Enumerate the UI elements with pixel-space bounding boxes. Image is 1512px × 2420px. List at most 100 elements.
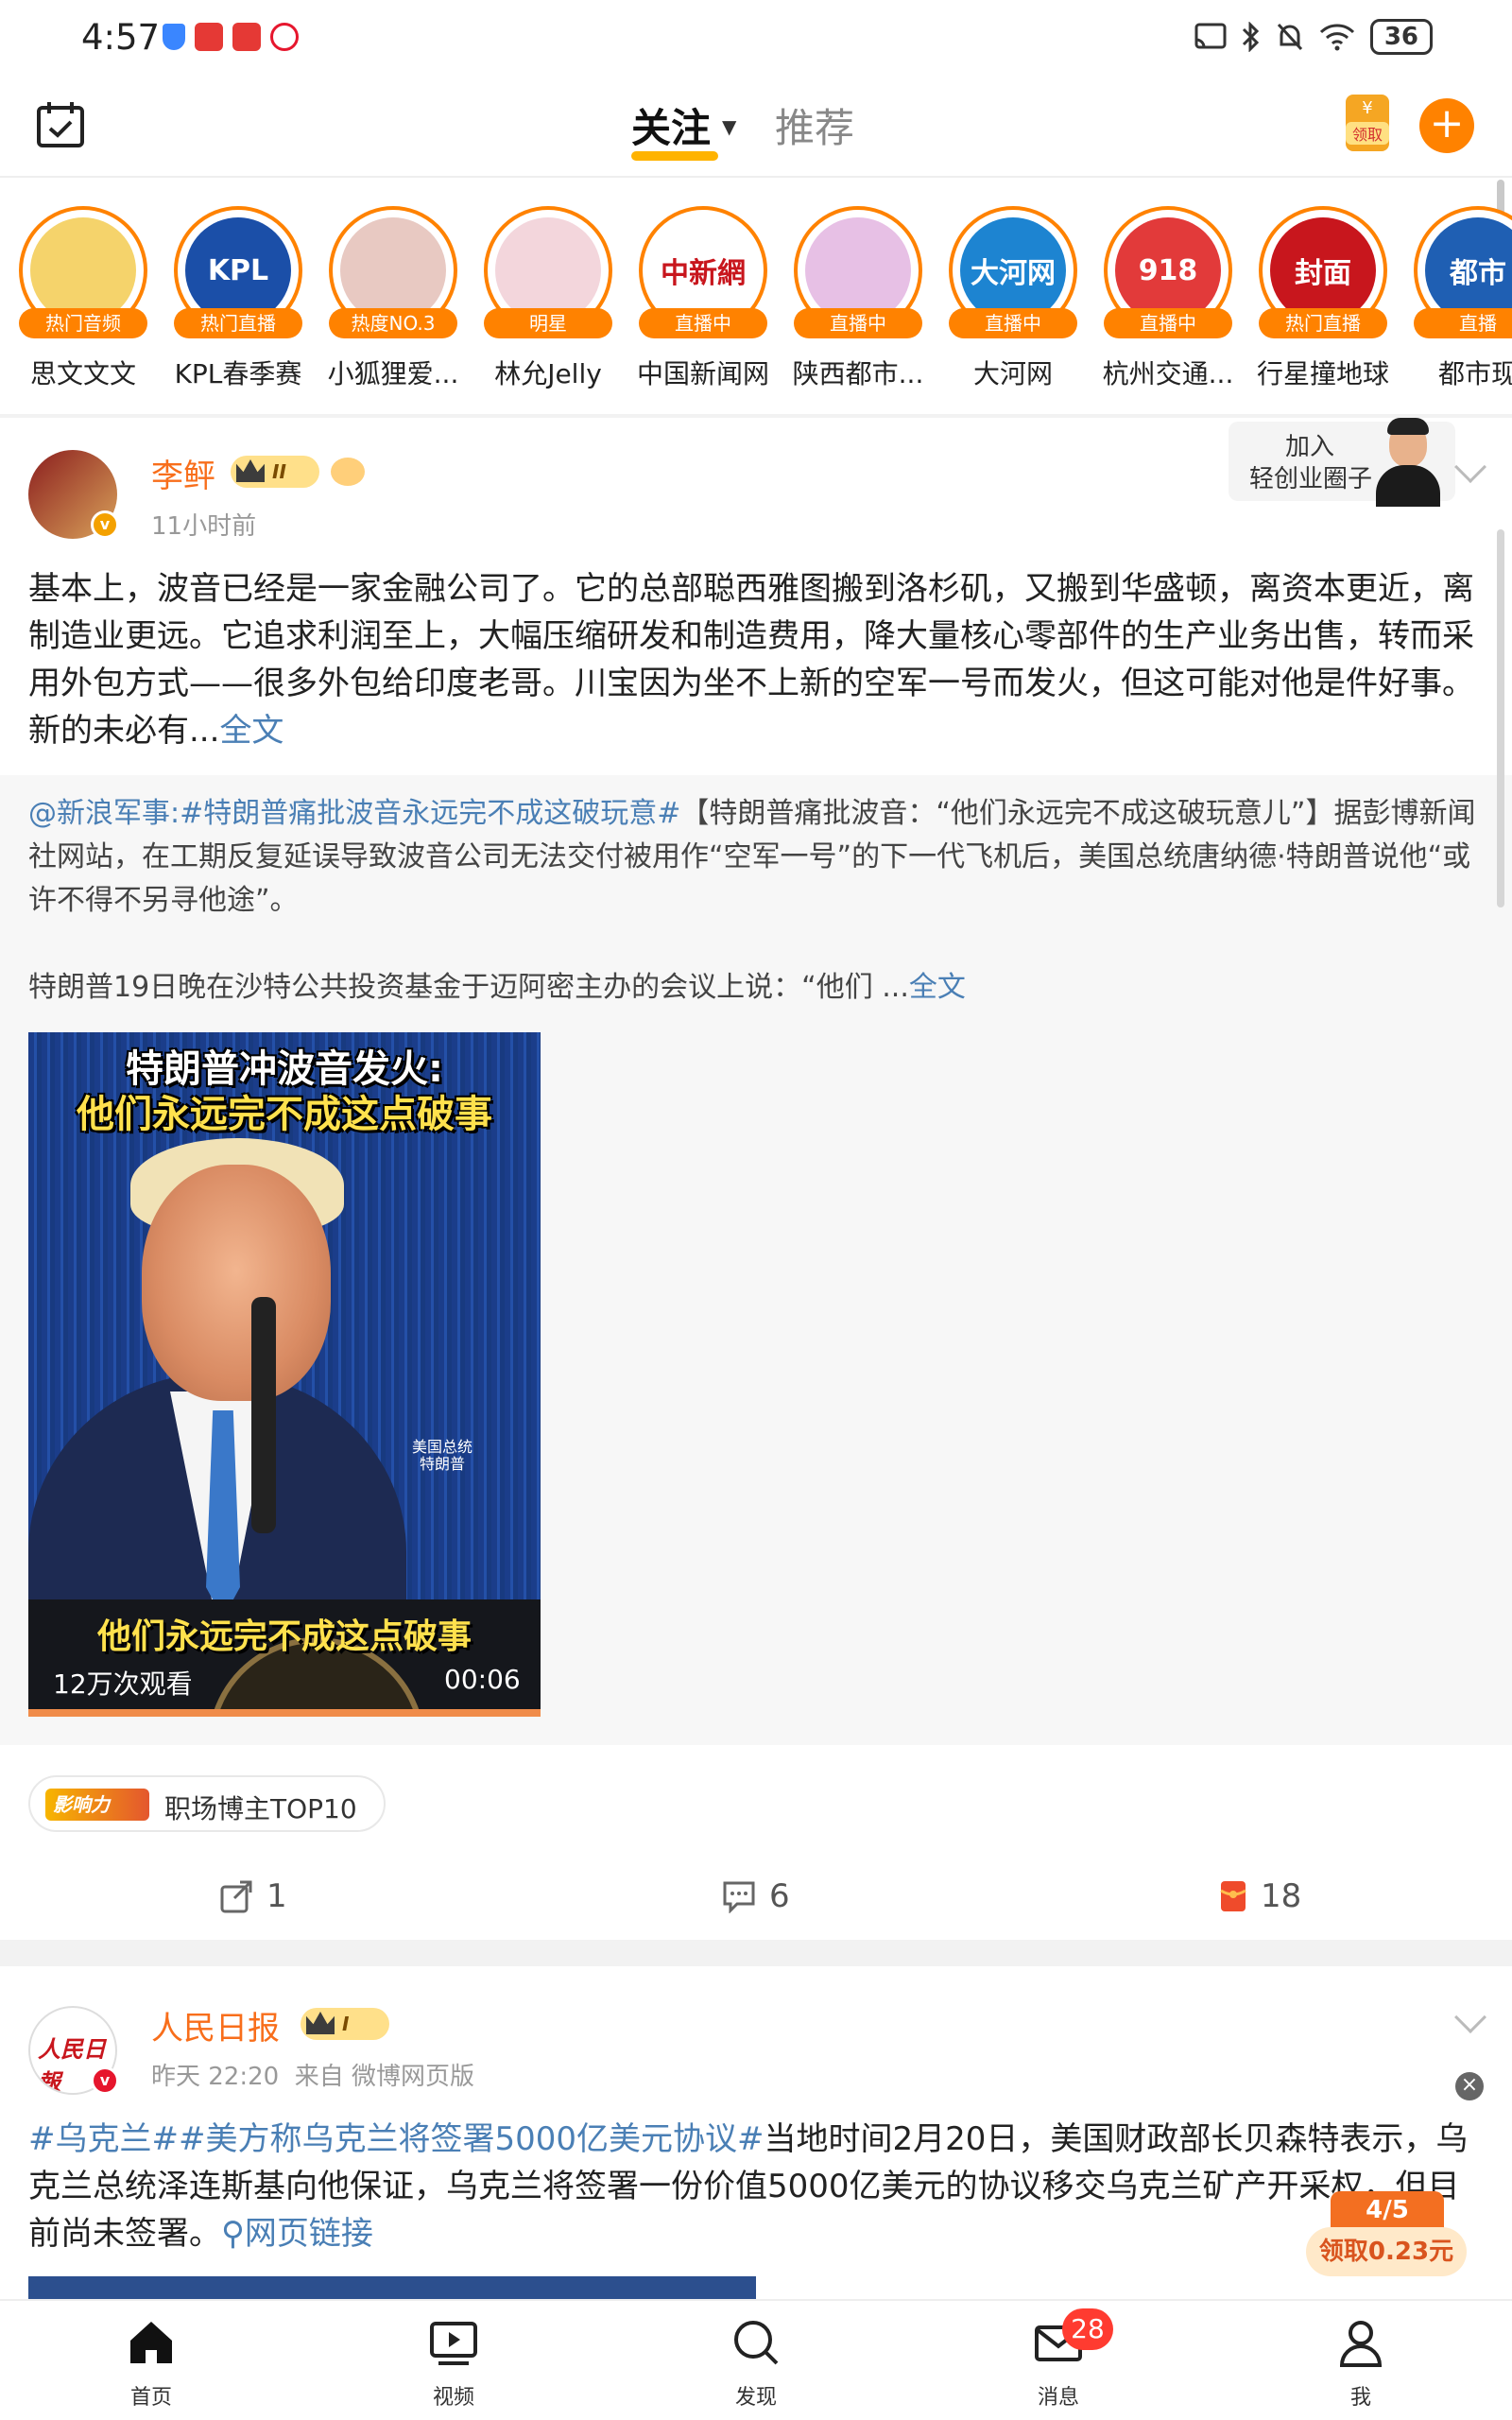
bottom-navigation: 首页 视频 发现 28 消息 我 [0,2299,1512,2420]
video-icon [430,2322,477,2365]
avatar-story-item[interactable]: 封面 热门直播 行星撞地球 [1240,199,1395,416]
system-icons: 36 [1194,19,1433,55]
repost-count: 1 [266,1877,287,1915]
battery-indicator: 36 [1369,19,1433,55]
topic-link[interactable]: :#特朗普痛批波音永远完不成这破玩意# [170,797,680,830]
post-body: #乌克兰##美方称乌克兰将签署5000亿美元协议#当地时间2月20日，美国财政部… [28,2116,1484,2257]
repost-expand-link[interactable]: 全文 [909,971,966,1004]
avatar-logo-text: 918 [1138,253,1198,287]
video-player[interactable]: 特朗普冲波音发火: 他们永远完不成这点破事 美国总统 特朗普 他们永远完不成这点… [28,1032,541,1717]
crown-icon [236,459,265,482]
video-progress-bar [28,1709,541,1717]
nav-profile[interactable]: 我 [1285,2316,1436,2411]
shield-icon [163,24,185,50]
avatar-name: 杭州交通... [1102,358,1234,389]
tab-follow[interactable]: 关注 [631,96,711,154]
author-name[interactable]: 人民日报 [151,2002,280,2048]
member-level-badge: I [301,2008,389,2040]
caret-down-icon[interactable]: ▼ [722,115,736,138]
influence-badge: 影响力 [45,1789,149,1821]
nav-home[interactable]: 首页 [76,2316,227,2411]
live-avatar-strip: 热门音频 思文文文 KPL 热门直播 KPL春季赛 热度NO.3 小狐狸爱... 明星 林允Je… [0,199,1512,416]
avatar-logo-text: 封面 [1295,257,1351,290]
level-text: II [272,460,286,483]
avatar-name: 思文文文 [29,358,136,389]
video-duration: 00:06 [444,1664,521,1695]
video-name-tag-line1: 美国总统 [412,1438,473,1456]
post-menu-chevron-icon[interactable] [1454,451,1486,483]
repost-button[interactable]: 1 [219,1877,287,1915]
yen-icon: ¥ [1362,98,1373,118]
app-notification-icon [232,23,261,51]
avatar-live-badge: 热度NO.3 [329,308,457,338]
compose-plus-button[interactable]: + [1419,98,1474,153]
top-navigation: 关注 ▼ 推荐 ¥ 领取 + [0,79,1512,174]
profile-icon [1339,2321,1383,2367]
author-name[interactable]: 李鲆 [151,450,215,496]
mute-icon [1277,23,1302,51]
video-caption: 他们永远完不成这点破事 [96,1617,472,1656]
web-link[interactable]: ⚲网页链接 [221,2215,373,2253]
topic-link[interactable]: #美方称乌克兰将签署5000亿美元协议# [179,2120,765,2158]
avatar-story-item[interactable]: 明星林允Jelly [465,199,620,416]
avatar-name: 中国新闻网 [636,358,769,389]
video-name-tag: 美国总统 特朗普 [412,1439,472,1473]
wifi-icon [1319,24,1354,51]
avatar-live-badge: 直播中 [949,308,1077,338]
join-circle-line2: 轻创业圈子 [1249,465,1373,493]
post-separator [0,1940,1512,1966]
nav-messages-label: 消息 [1037,2386,1079,2410]
comment-button[interactable]: 6 [722,1877,790,1915]
repost-body-2: 特朗普19日晚在沙特公共投资基金于迈阿密主办的会议上说：“他们 ...全文 [28,966,1484,1010]
scrollbar[interactable] [1497,529,1504,908]
avatar-live-badge: 直播中 [1104,308,1232,338]
crown-icon [306,2012,335,2034]
post-body: 基本上，波音已经是一家金融公司了。它的总部聪西雅图搬到洛杉矶，又搬到华盛顿，离资… [28,565,1484,754]
divider [0,414,1512,418]
avatar-story-item[interactable]: 热度NO.3 小狐狸爱... [310,199,465,416]
avatar-logo-text: 中新網 [661,257,746,290]
web-link-label: 网页链接 [244,2215,373,2253]
topic-link[interactable]: #乌克兰# [28,2120,179,2158]
status-bar: 4:57 36 [0,0,1512,79]
unread-message-badge: 28 [1062,2308,1113,2350]
avatar-name: 大河网 [972,358,1053,389]
post-meta: 昨天 22:20 来自 微博网页版 [151,2057,474,2092]
red-packet-like-icon [1220,1881,1246,1911]
mention-link[interactable]: @新浪军事 [28,797,170,830]
notification-icons [163,23,299,51]
nav-home-label: 首页 [129,2386,172,2410]
avatar-story-item[interactable]: 918 直播中杭州交通... [1085,199,1240,416]
repost-text-2: 特朗普19日晚在沙特公共投资基金于迈阿密主办的会议上说：“他们 ... [28,971,909,1004]
avatar-story-item[interactable]: 直播中 陕西都市... [775,199,930,416]
influence-tag[interactable]: 影响力 职场博主TOP10 [28,1775,386,1832]
avatar-live-badge: 明星 [484,308,612,338]
tab-recommend[interactable]: 推荐 [775,96,854,154]
comment-count: 6 [769,1877,790,1915]
avatar-story-item[interactable]: KPL 热门直播 KPL春季赛 [155,199,310,416]
like-button[interactable]: 18 [1219,1877,1301,1915]
reward-widget[interactable]: 4/5 领取0.23元 [1306,2191,1467,2282]
close-icon[interactable]: × [1455,2072,1484,2100]
post-image[interactable] [28,2276,756,2299]
post-menu-chevron-icon[interactable] [1454,2001,1486,2033]
avatar-story-item[interactable]: 热门音频 思文文文 [0,199,155,416]
nav-messages[interactable]: 28 消息 [983,2308,1134,2411]
avatar-name: 林允Jelly [494,358,602,389]
promoter-avatar [1372,418,1444,507]
influence-label: 职场博主TOP10 [164,1793,357,1824]
like-count: 18 [1261,1877,1302,1915]
avatar-story-item[interactable]: 大河网 直播中 大河网 [930,199,1085,416]
nav-discover[interactable]: 发现 [680,2316,832,2411]
post-time: 11小时前 [151,512,257,541]
calendar-check-icon[interactable] [36,100,85,149]
post-action-bar: 1 6 18 [0,1870,1512,1930]
bluetooth-icon [1242,22,1259,52]
avatar-story-item[interactable]: 都市 直播 都市现 [1395,199,1512,416]
nav-video[interactable]: 视频 [378,2316,529,2411]
avatar-story-item[interactable]: 中新網 直播中 中国新闻网 [620,199,775,416]
repost-body: @新浪军事:#特朗普痛批波音永远完不成这破玩意#【特朗普痛批波音：“他们永远完不… [28,792,1484,923]
expand-full-text-link[interactable]: 全文 [219,712,284,750]
red-packet-button[interactable]: ¥ 领取 [1346,95,1389,151]
avatar-name: KPL春季赛 [174,358,302,389]
